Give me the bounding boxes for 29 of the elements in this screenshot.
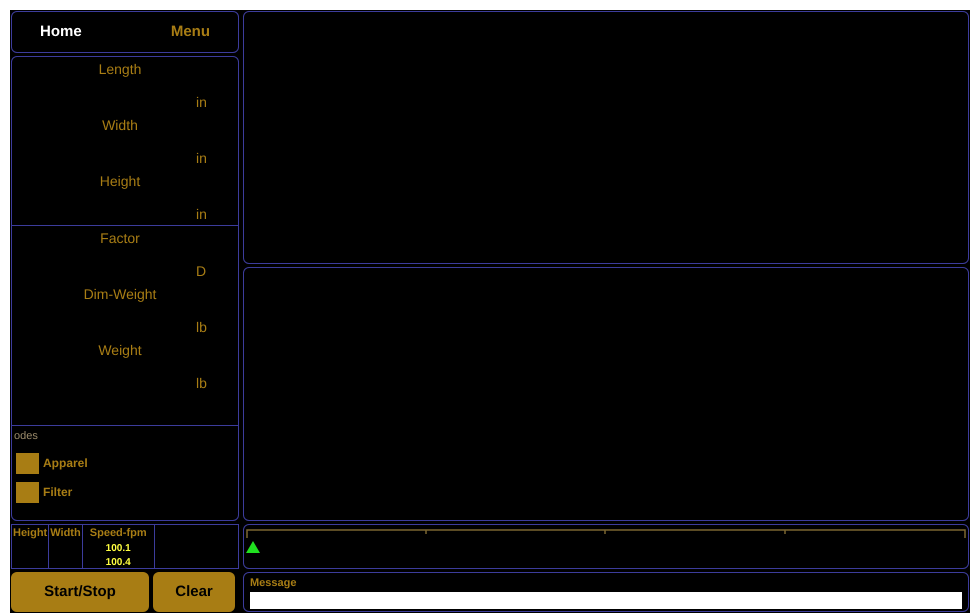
mode-checkbox[interactable] <box>16 452 39 474</box>
column-header: Height <box>13 526 48 541</box>
field-label: Dim-Weight <box>84 285 156 304</box>
field-label: Length <box>98 60 142 79</box>
speed-value: 100.1 <box>106 542 131 556</box>
message-field[interactable] <box>250 592 962 608</box>
unit-label: in <box>196 93 207 112</box>
mode-label: Apparel <box>43 455 88 472</box>
home-tab[interactable]: Home <box>40 20 82 44</box>
message-label: Message <box>250 576 298 591</box>
start-stop-button[interactable]: Start/Stop <box>11 572 149 612</box>
mode-checkbox[interactable] <box>16 482 39 502</box>
unit-label: lb <box>196 374 207 393</box>
unit-label: in <box>196 205 207 224</box>
field-label: Weight <box>98 341 142 360</box>
field-label: Factor <box>100 229 140 248</box>
unit-label: D <box>196 262 206 281</box>
menu-tab[interactable]: Menu <box>170 20 210 44</box>
speed-value: 100.4 <box>106 556 131 570</box>
column-header: Speed-fpm <box>90 526 147 541</box>
mode-label: Filter <box>43 484 72 501</box>
field-label: Height <box>100 172 140 191</box>
unit-label: lb <box>196 318 207 337</box>
clear-button[interactable]: Clear <box>153 572 235 612</box>
modes-label: odes <box>14 429 39 444</box>
column-header: Width <box>50 526 81 541</box>
field-label: Width <box>102 116 138 135</box>
triangle-marker-icon <box>246 541 260 553</box>
unit-label: in <box>196 149 207 168</box>
